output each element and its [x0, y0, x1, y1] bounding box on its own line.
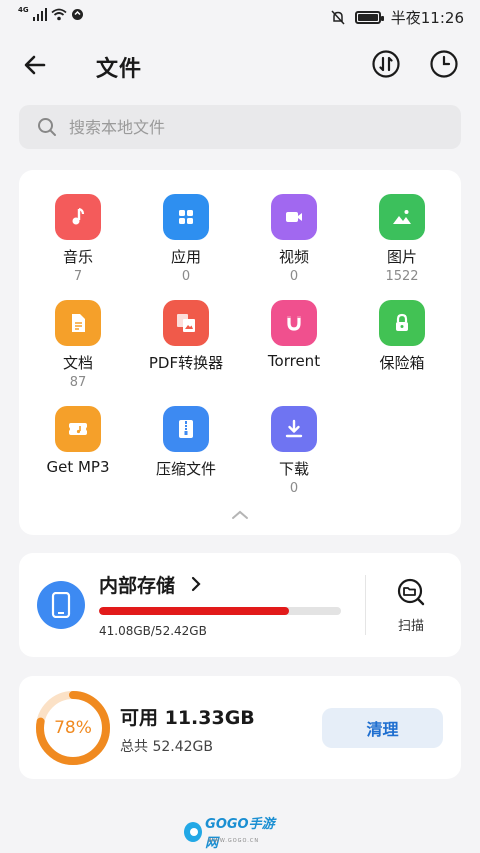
- category-count: 0: [289, 481, 299, 496]
- category-downloads[interactable]: 下载 0: [239, 406, 349, 496]
- category-safe[interactable]: 保险箱: [347, 300, 457, 375]
- search-bar[interactable]: [19, 105, 461, 149]
- available-space: 可用 11.33GB: [120, 707, 255, 729]
- category-count: 1522: [385, 269, 419, 284]
- category-documents[interactable]: 文档 87: [23, 300, 133, 390]
- archive-icon: [163, 406, 209, 452]
- category-count: 7: [73, 269, 83, 284]
- storage-progress-fill: [99, 607, 289, 615]
- search-input[interactable]: [69, 105, 449, 149]
- category-label: Get MP3: [46, 458, 110, 476]
- scan-label: 扫描: [397, 619, 424, 634]
- total-space: 总共 52.42GB: [120, 739, 213, 755]
- cleanup-card: 78% 可用 11.33GB 总共 52.42GB 清理: [19, 676, 461, 779]
- scan-folder-icon: [397, 578, 425, 606]
- document-icon: [55, 300, 101, 346]
- search-icon: [38, 118, 56, 136]
- wifi-icon: [51, 8, 67, 21]
- back-arrow-icon[interactable]: [20, 50, 50, 80]
- status-bar: 4G 半夜11:26: [0, 0, 480, 34]
- usage-percent: 78%: [54, 718, 92, 738]
- apps-icon: [163, 194, 209, 240]
- pdf-convert-icon: [163, 300, 209, 346]
- storage-usage-text: 41.08GB/52.42GB: [99, 624, 207, 638]
- category-panel: 音乐 7 应用 0 视频 0 图片 1522 文档 87 PDF转换器 Torr…: [19, 170, 461, 535]
- sort-icon[interactable]: [371, 49, 401, 79]
- category-archives[interactable]: 压缩文件: [131, 406, 241, 481]
- gogo-logo-icon: [184, 822, 203, 842]
- network-type: 4G: [18, 5, 29, 14]
- category-count: 0: [289, 269, 299, 284]
- category-torrent[interactable]: Torrent: [239, 300, 349, 372]
- signal-icon: [32, 8, 47, 21]
- scan-button[interactable]: 扫描: [385, 577, 437, 637]
- category-label: 视频: [278, 248, 309, 266]
- status-time: 半夜11:26: [390, 9, 464, 27]
- video-icon: [271, 194, 317, 240]
- category-pdf-converter[interactable]: PDF转换器: [131, 300, 241, 375]
- category-count: 0: [181, 269, 191, 284]
- clean-button[interactable]: 清理: [322, 708, 443, 748]
- music-icon: [55, 194, 101, 240]
- category-label: Torrent: [267, 352, 321, 370]
- category-label: 应用: [170, 248, 201, 266]
- page-title: 文件: [96, 57, 143, 82]
- internal-storage-card[interactable]: 内部存储 41.08GB/52.42GB 扫描: [19, 553, 461, 657]
- collapse-chevron-up-icon[interactable]: [230, 508, 250, 522]
- watermark-sub: WWW.GOGO.CN: [208, 838, 260, 844]
- storage-title: 内部存储: [99, 575, 176, 597]
- battery-icon: [354, 11, 384, 24]
- category-label: 图片: [386, 248, 417, 266]
- image-icon: [379, 194, 425, 240]
- top-bar: 文件: [0, 40, 480, 90]
- category-label: 下载: [278, 460, 309, 478]
- category-video[interactable]: 视频 0: [239, 194, 349, 284]
- category-label: 文档: [62, 354, 93, 372]
- get-mp3-icon: [55, 406, 101, 452]
- divider: [365, 575, 366, 635]
- category-count: 87: [69, 375, 87, 390]
- category-label: 压缩文件: [155, 460, 216, 478]
- category-label: 保险箱: [379, 354, 425, 372]
- chevron-right-icon: [191, 576, 201, 592]
- download-icon: [271, 406, 317, 452]
- category-images[interactable]: 图片 1522: [347, 194, 457, 284]
- mute-bell-icon: [331, 10, 345, 25]
- category-label: 音乐: [62, 248, 93, 266]
- phone-icon: [37, 581, 85, 629]
- category-get-mp3[interactable]: Get MP3: [23, 406, 133, 478]
- storage-progress-bar: [99, 607, 341, 615]
- category-label: PDF转换器: [148, 354, 224, 372]
- data-saver-icon: [71, 9, 83, 20]
- safe-lock-icon: [379, 300, 425, 346]
- torrent-magnet-icon: [271, 300, 317, 346]
- category-apps[interactable]: 应用 0: [131, 194, 241, 284]
- watermark-text: GOGO手游网: [205, 817, 275, 851]
- category-music[interactable]: 音乐 7: [23, 194, 133, 284]
- history-clock-icon[interactable]: [429, 49, 459, 79]
